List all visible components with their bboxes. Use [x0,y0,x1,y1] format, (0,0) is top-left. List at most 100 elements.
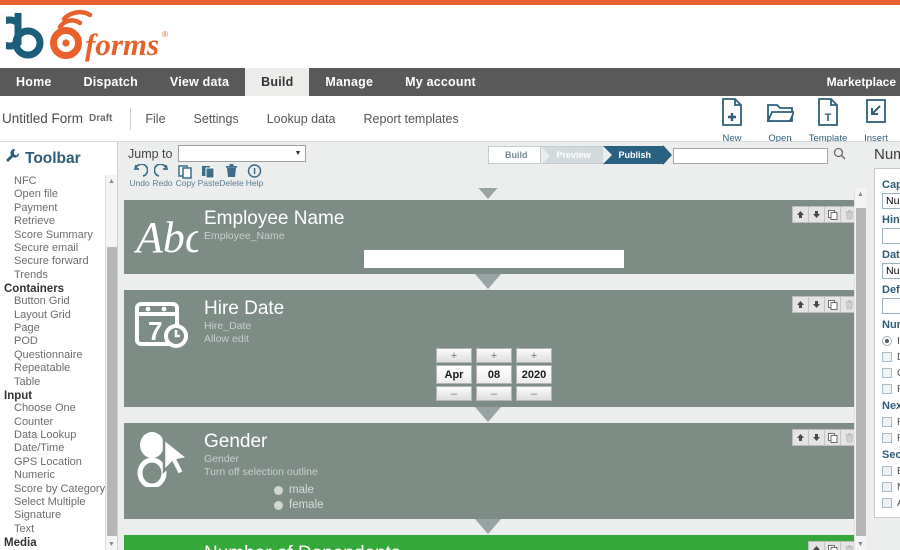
toolbar-item-choose-one[interactable]: Choose One [4,402,105,415]
toolbar-scrollbar[interactable]: ▲ ▼ [105,175,117,550]
day-decrement-button[interactable]: – [476,386,512,401]
month-value[interactable]: Apr [436,365,472,384]
toolbar-item-secure-email[interactable]: Secure email [4,242,105,255]
checkbox-icon[interactable] [882,433,892,443]
toolbar-item-signature[interactable]: Signature [4,509,105,522]
delete-button[interactable]: Delete [219,164,244,188]
copy-icon[interactable] [825,430,841,445]
jump-to-select[interactable]: ▼ [178,145,307,162]
nav-item-view-data[interactable]: View data [154,68,245,96]
scroll-down-arrow-icon[interactable]: ▼ [855,538,867,550]
security-mask[interactable]: Mask [882,481,900,493]
next-action-required[interactable]: Required [882,416,900,428]
canvas-scrollbar[interactable]: ▲ ▼ [854,188,866,550]
canvas-scroll-thumb[interactable] [855,208,866,536]
toolbar-item-data-lookup[interactable]: Data Lookup [4,429,105,442]
step-preview[interactable]: Preview [539,146,612,166]
caption-input[interactable] [882,193,900,209]
toolbar-scroll-track[interactable] [105,187,117,538]
copy-button[interactable]: Copy [174,164,197,188]
toolbar-item-nfc[interactable]: NFC [4,175,105,188]
numeric-option-percent[interactable]: Percent [882,383,900,395]
move-up-icon[interactable] [793,297,809,312]
toolbar-item-text[interactable]: Text [4,523,105,536]
canvas-scroll-track[interactable] [855,200,867,538]
numeric-option-decimal[interactable]: Decimal [882,351,900,363]
move-down-icon[interactable] [809,430,825,445]
radio-icon[interactable] [274,501,283,510]
copy-icon[interactable] [825,542,841,550]
toolbar-item-open-file[interactable]: Open file [4,188,105,201]
toolbar-item-repeatable[interactable]: Repeatable [4,362,105,375]
toolbar-item-gps-location[interactable]: GPS Location [4,456,105,469]
copy-icon[interactable] [825,297,841,312]
option-female[interactable]: female [274,498,864,513]
step-build[interactable]: Build [488,146,549,166]
checkbox-icon[interactable] [882,482,892,492]
hint-input[interactable] [882,228,900,244]
toolbar-item-questionnaire[interactable]: Questionnaire [4,349,105,362]
open-form-button[interactable]: Open [756,96,804,144]
security-audit[interactable]: Audit [882,497,900,509]
nav-item-marketplace[interactable]: Marketplace [827,68,900,96]
numeric-option-integer[interactable]: Integer [882,335,900,347]
widget-body[interactable]: 123 Number of Dependents Number_of_Depen… [124,535,864,550]
move-down-icon[interactable] [809,297,825,312]
insert-button[interactable]: Insert [852,96,900,144]
numeric-option-currency[interactable]: Currency [882,367,900,379]
copy-icon[interactable] [825,207,841,222]
option-male[interactable]: male [274,483,864,498]
menu-file[interactable]: File [145,112,165,126]
menu-settings[interactable]: Settings [194,112,239,126]
redo-button[interactable]: Redo [151,164,174,188]
search-input[interactable] [673,148,828,164]
toolbar-item-page[interactable]: Page [4,322,105,335]
default-value-input[interactable] [882,298,900,314]
widget-text-input[interactable] [364,250,624,268]
month-decrement-button[interactable]: – [436,386,472,401]
checkbox-icon[interactable] [882,466,892,476]
widget-body[interactable]: Abc Employee Name Employee_Name [124,200,864,274]
checkbox-icon[interactable] [882,368,892,378]
move-up-icon[interactable] [809,542,825,550]
widget-number-of-dependents[interactable]: 123 Number of Dependents Number_of_Depen… [124,535,864,550]
toolbar-item-pod[interactable]: POD [4,335,105,348]
new-form-button[interactable]: New [708,96,756,144]
form-name[interactable]: Untitled Form [2,111,83,126]
toolbar-item-retrieve[interactable]: Retrieve [4,215,105,228]
move-up-icon[interactable] [793,430,809,445]
toolbar-item-layout-grid[interactable]: Layout Grid [4,309,105,322]
year-increment-button[interactable]: + [516,348,552,363]
toolbar-item-select-multiple[interactable]: Select Multiple [4,496,105,509]
widget-employee-name[interactable]: Abc Employee Name Employee_Name [124,200,864,274]
toolbar-scroll-thumb[interactable] [106,247,117,536]
day-increment-button[interactable]: + [476,348,512,363]
nav-item-dispatch[interactable]: Dispatch [68,68,154,96]
checkbox-icon[interactable] [882,498,892,508]
widget-gender[interactable]: Gender Gender Turn off selection outline… [124,423,864,519]
toolbar-item-date-time[interactable]: Date/Time [4,442,105,455]
nav-item-my-account[interactable]: My account [389,68,492,96]
next-action-readonly[interactable]: Read only [882,432,900,444]
toolbar-item-secure-forward[interactable]: Secure forward [4,255,105,268]
step-publish[interactable]: Publish [602,145,673,165]
doforms-logo[interactable]: forms ® [0,7,176,70]
radio-icon[interactable] [274,486,283,495]
data-name-input[interactable] [882,263,900,279]
scroll-up-arrow-icon[interactable]: ▲ [855,188,867,200]
menu-report-templates[interactable]: Report templates [364,112,459,126]
month-increment-button[interactable]: + [436,348,472,363]
checkbox-icon[interactable] [882,417,892,427]
toolbar-item-table[interactable]: Table [4,376,105,389]
search-icon[interactable] [833,147,846,165]
year-decrement-button[interactable]: – [516,386,552,401]
paste-button[interactable]: Paste [197,164,220,188]
undo-button[interactable]: Undo [128,164,151,188]
toolbar-item-button-grid[interactable]: Button Grid [4,295,105,308]
menu-lookup-data[interactable]: Lookup data [267,112,336,126]
scroll-down-arrow-icon[interactable]: ▼ [105,538,117,550]
toolbar-item-score-summary[interactable]: Score Summary [4,229,105,242]
checkbox-icon[interactable] [882,352,892,362]
nav-item-manage[interactable]: Manage [309,68,389,96]
nav-item-home[interactable]: Home [0,68,68,96]
